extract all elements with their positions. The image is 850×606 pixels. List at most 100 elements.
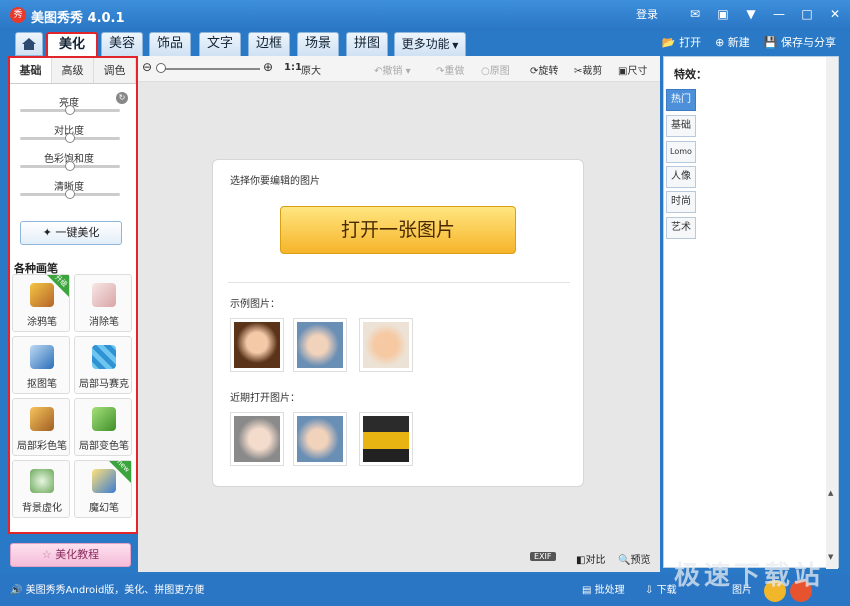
subtab-basic[interactable]: 基础 <box>10 58 52 83</box>
brush-label: 抠图笔 <box>27 379 57 390</box>
brush-cutout[interactable]: 抠图笔 <box>12 336 70 394</box>
plus-icon: ⊕ <box>715 36 725 49</box>
preview-button[interactable]: 🔍预览 <box>618 551 650 566</box>
maximize-icon[interactable]: □ <box>798 6 816 22</box>
zoom-slider[interactable] <box>156 63 260 73</box>
download-link[interactable]: ⇩ 下载 <box>645 581 677 596</box>
recent-thumb-1[interactable] <box>230 412 284 466</box>
brush-color[interactable]: 局部彩色笔 <box>12 398 70 456</box>
undo-button[interactable]: ↶撤销 ▾ <box>374 62 411 77</box>
brush-label: 消除笔 <box>89 317 119 328</box>
zoom-1to1-button[interactable]: 1:1 <box>284 62 302 73</box>
window-controls: 登录 ✉ ▣ ▼ — □ ✕ <box>636 6 844 22</box>
feedback-icon[interactable]: ✉ <box>686 6 704 22</box>
fx-tab-art[interactable]: 艺术 <box>666 217 696 239</box>
fx-tab-hot[interactable]: 热门 <box>666 89 696 111</box>
saturation-slider[interactable]: 色彩饱和度 <box>10 146 136 174</box>
preview-icon: 🔍 <box>618 555 631 566</box>
zoom-out-icon[interactable]: ⊖ <box>142 60 152 74</box>
brush-label: 涂鸦笔 <box>27 317 57 328</box>
canvas-area: ⊖ ⊕ 1:1 原大 ↶撤销 ▾ ↷重做 ○原图 ⟳旋转 ✂裁剪 ▣尺寸 选择你… <box>138 56 660 572</box>
recent-thumb-2[interactable] <box>293 412 347 466</box>
save-share-button[interactable]: 💾 保存与分享 <box>764 34 836 50</box>
redo-label: 重做 <box>444 66 465 77</box>
minimize-icon[interactable]: — <box>770 6 788 22</box>
photo-portrait-girl <box>297 416 343 462</box>
sharpness-slider[interactable]: 清晰度 <box>10 174 136 202</box>
watermark: 极速下载站 <box>674 561 825 591</box>
slider-thumb[interactable] <box>65 105 75 115</box>
edit-toolbar: ⊖ ⊕ 1:1 原大 ↶撤销 ▾ ↷重做 ○原图 ⟳旋转 ✂裁剪 ▣尺寸 <box>138 56 660 82</box>
compare-label: 对比 <box>585 555 606 566</box>
tab-text[interactable]: 文字 <box>199 32 241 56</box>
zoom-in-icon[interactable]: ⊕ <box>263 60 273 74</box>
brush-eraser[interactable]: 消除笔 <box>74 274 132 332</box>
tab-scene[interactable]: 场景 <box>297 32 339 56</box>
open-image-button[interactable]: 打开一张图片 <box>280 206 516 254</box>
tab-more[interactable]: 更多功能 ▼ <box>394 32 466 56</box>
sample-thumb-3[interactable] <box>359 318 413 372</box>
brush-bg-blur[interactable]: 背景虚化 <box>12 460 70 518</box>
adjust-panel: 基础 高级 调色 ↻ 亮度 对比度 色彩饱和度 清晰度 ✦ 一键美化 各种画笔 … <box>8 56 138 534</box>
new-button[interactable]: ⊕ 新建 <box>715 34 750 50</box>
status-message[interactable]: 🔊 美图秀秀Android版，美化、拼图更方便 <box>10 581 204 596</box>
beautify-tutorial-button[interactable]: ☆ 美化教程 <box>10 543 131 567</box>
brush-recolor[interactable]: 局部变色笔 <box>74 398 132 456</box>
tab-collage[interactable]: 拼图 <box>346 32 388 56</box>
fx-tab-fashion[interactable]: 时尚 <box>666 191 696 213</box>
zoom-thumb[interactable] <box>156 63 166 73</box>
status-text: 美图秀秀Android版，美化、拼图更方便 <box>25 585 205 596</box>
brush-icon <box>30 407 54 431</box>
recent-thumb-3[interactable] <box>359 412 413 466</box>
one-key-label: 一键美化 <box>55 226 100 239</box>
photo-portrait <box>234 416 280 462</box>
scroll-up-icon[interactable]: ▲ <box>828 489 833 497</box>
size-label: 尺寸 <box>627 66 648 77</box>
one-key-beautify-button[interactable]: ✦ 一键美化 <box>20 221 122 245</box>
redo-button[interactable]: ↷重做 <box>436 62 464 77</box>
open-button[interactable]: 📂 打开 <box>662 34 701 50</box>
login-link[interactable]: 登录 <box>636 6 658 22</box>
tab-frame[interactable]: 边框 <box>248 32 290 56</box>
subtab-advanced[interactable]: 高级 <box>52 58 94 83</box>
tab-accessories[interactable]: 饰品 <box>149 32 191 56</box>
effects-scrollbar[interactable]: ▲ ▼ <box>826 57 838 569</box>
save-icon: 💾 <box>763 36 778 49</box>
download-icon: ⇩ <box>645 585 654 596</box>
brush-magic[interactable]: new 魔幻笔 <box>74 458 132 518</box>
original-button[interactable]: ○原图 <box>481 62 510 77</box>
fx-tab-lomo[interactable]: Lomo <box>666 141 696 163</box>
slider-thumb[interactable] <box>65 133 75 143</box>
subtab-color[interactable]: 调色 <box>94 58 136 83</box>
blur-icon <box>30 469 54 493</box>
scroll-down-icon[interactable]: ▼ <box>828 553 833 561</box>
tab-beautify[interactable]: 美化 <box>46 32 98 56</box>
rotate-label: 旋转 <box>538 66 559 77</box>
tab-beauty[interactable]: 美容 <box>101 32 143 56</box>
size-button[interactable]: ▣尺寸 <box>618 62 647 77</box>
brightness-slider[interactable]: 亮度 <box>10 90 136 118</box>
open-image-card: 选择你要编辑的图片 打开一张图片 示例图片： 近期打开图片： <box>212 159 584 487</box>
skin-icon[interactable]: ▣ <box>714 6 732 22</box>
divider <box>228 282 570 283</box>
slider-thumb[interactable] <box>65 189 75 199</box>
rotate-button[interactable]: ⟳旋转 <box>530 62 558 77</box>
exif-button[interactable]: EXIF <box>530 552 556 561</box>
batch-button[interactable]: ▤ 批处理 <box>582 581 625 596</box>
menu-icon[interactable]: ▼ <box>742 6 760 22</box>
close-icon[interactable]: ✕ <box>826 6 844 22</box>
adjust-subtabs: 基础 高级 调色 <box>10 58 136 84</box>
home-button[interactable] <box>15 32 43 56</box>
zoom-original-label[interactable]: 原大 <box>301 62 321 77</box>
sample-thumb-1[interactable] <box>230 318 284 372</box>
brush-doodle[interactable]: 升级 涂鸦笔 <box>12 273 70 332</box>
sample-thumb-2[interactable] <box>293 318 347 372</box>
crop-button[interactable]: ✂裁剪 <box>574 62 602 77</box>
fx-tab-portrait[interactable]: 人像 <box>666 166 696 188</box>
contrast-slider[interactable]: 对比度 <box>10 118 136 146</box>
compare-button[interactable]: ◧对比 <box>576 551 605 566</box>
slider-thumb[interactable] <box>65 161 75 171</box>
brush-mosaic[interactable]: 局部马赛克 <box>74 336 132 394</box>
fx-tab-basic[interactable]: 基础 <box>666 115 696 137</box>
samples-label: 示例图片： <box>230 299 280 310</box>
